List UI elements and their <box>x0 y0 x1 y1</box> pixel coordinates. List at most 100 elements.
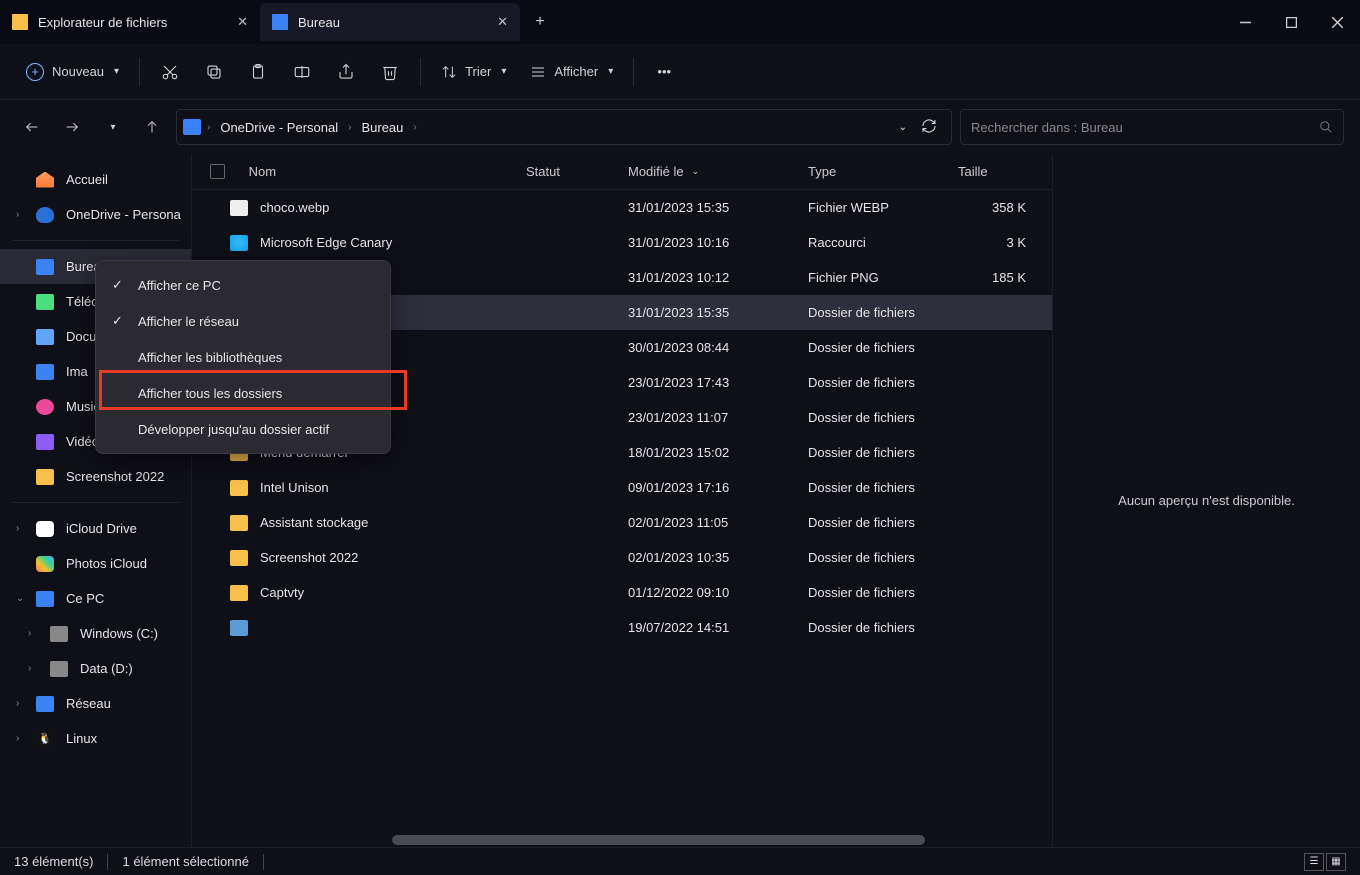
tab-bureau[interactable]: Bureau ✕ <box>260 3 520 41</box>
header-name[interactable]: Nom <box>210 164 526 179</box>
breadcrumb-item[interactable]: OneDrive - Personal <box>216 120 342 135</box>
dropdown-icon[interactable]: ⌄ <box>899 122 907 133</box>
separator <box>139 58 140 86</box>
table-row[interactable]: Microsoft Edge Canary 31/01/2023 10:16 R… <box>192 225 1052 260</box>
sidebar-item-thispc[interactable]: ⌄Ce PC <box>0 581 191 616</box>
music-icon <box>36 399 54 415</box>
sidebar-item-drive-c[interactable]: ›Windows (C:) <box>0 616 191 651</box>
details-view-icon[interactable]: ☰ <box>1304 853 1324 871</box>
tab-explorer[interactable]: Explorateur de fichiers ✕ <box>0 3 260 41</box>
paste-button[interactable] <box>238 54 278 90</box>
sidebar-item-label: iCloud Drive <box>66 521 137 536</box>
new-tab-button[interactable]: + <box>520 13 560 31</box>
sidebar-item-drive-d[interactable]: ›Data (D:) <box>0 651 191 686</box>
window-controls <box>1222 0 1360 44</box>
desktop-icon <box>36 259 54 275</box>
file-type: Fichier WEBP <box>808 200 958 215</box>
separator <box>107 854 108 870</box>
video-icon <box>36 434 54 450</box>
icloud-icon <box>36 521 54 537</box>
close-icon[interactable]: ✕ <box>497 14 508 30</box>
separator <box>12 502 179 503</box>
share-button[interactable] <box>326 54 366 90</box>
table-row[interactable]: choco.webp 31/01/2023 15:35 Fichier WEBP… <box>192 190 1052 225</box>
chevron-down-icon[interactable]: ⌄ <box>16 593 24 604</box>
header-status[interactable]: Statut <box>526 164 628 179</box>
file-type: Dossier de fichiers <box>808 515 958 530</box>
sidebar-item-label: OneDrive - Persona <box>66 207 181 222</box>
close-button[interactable] <box>1314 0 1360 44</box>
sort-button[interactable]: Trier ▾ <box>431 54 516 90</box>
breadcrumb-item[interactable]: Bureau <box>357 120 407 135</box>
more-button[interactable]: ••• <box>644 54 684 90</box>
header-size[interactable]: Taille <box>958 164 1034 179</box>
context-menu-item[interactable]: Développer jusqu'au dossier actif <box>96 411 390 447</box>
table-row[interactable]: Intel Unison 09/01/2023 17:16 Dossier de… <box>192 470 1052 505</box>
back-button[interactable] <box>16 111 48 143</box>
table-row[interactable]: Screenshot 2022 02/01/2023 10:35 Dossier… <box>192 540 1052 575</box>
minimize-button[interactable] <box>1222 0 1268 44</box>
context-menu-item[interactable]: Afficher les bibliothèques <box>96 339 390 375</box>
file-modified: 31/01/2023 15:35 <box>628 200 808 215</box>
chevron-right-icon[interactable]: › <box>16 209 19 220</box>
sidebar-item-screenshot[interactable]: Screenshot 2022 <box>0 459 191 494</box>
cut-button[interactable] <box>150 54 190 90</box>
address-bar[interactable]: › OneDrive - Personal › Bureau › ⌄ <box>176 109 952 145</box>
context-menu-item[interactable]: ✓Afficher ce PC <box>96 267 390 303</box>
context-menu-label: Afficher le réseau <box>138 314 239 329</box>
context-menu-item[interactable]: Afficher tous les dossiers <box>96 375 390 411</box>
rename-button[interactable] <box>282 54 322 90</box>
sidebar-item-label: Photos iCloud <box>66 556 147 571</box>
forward-button[interactable] <box>56 111 88 143</box>
file-modified: 31/01/2023 10:12 <box>628 270 808 285</box>
recent-button[interactable]: ▾ <box>96 111 128 143</box>
sidebar-item-photos-icloud[interactable]: Photos iCloud <box>0 546 191 581</box>
check-icon: ✓ <box>112 277 123 293</box>
sidebar-item-network[interactable]: ›Réseau <box>0 686 191 721</box>
check-icon: ✓ <box>112 313 123 329</box>
select-all-checkbox[interactable] <box>210 164 225 179</box>
file-modified: 01/12/2022 09:10 <box>628 585 808 600</box>
thumbnails-view-icon[interactable]: ▦ <box>1326 853 1346 871</box>
separator <box>263 854 264 870</box>
maximize-button[interactable] <box>1268 0 1314 44</box>
search-placeholder: Rechercher dans : Bureau <box>971 120 1123 135</box>
new-button[interactable]: + Nouveau ▾ <box>16 54 129 90</box>
file-icon <box>230 620 248 636</box>
file-name: Captvty <box>260 585 304 600</box>
delete-button[interactable] <box>370 54 410 90</box>
search-input[interactable]: Rechercher dans : Bureau <box>960 109 1344 145</box>
horizontal-scrollbar[interactable] <box>392 833 1042 847</box>
table-row[interactable]: 19/07/2022 14:51 Dossier de fichiers <box>192 610 1052 645</box>
file-type: Dossier de fichiers <box>808 480 958 495</box>
copy-button[interactable] <box>194 54 234 90</box>
sidebar-item-icloud[interactable]: › iCloud Drive <box>0 511 191 546</box>
header-type[interactable]: Type <box>808 164 958 179</box>
drive-icon <box>50 626 68 642</box>
chevron-right-icon[interactable]: › <box>16 733 19 744</box>
sidebar-item-linux[interactable]: ›🐧Linux <box>0 721 191 756</box>
sidebar-item-onedrive[interactable]: › OneDrive - Persona <box>0 197 191 232</box>
separator <box>633 58 634 86</box>
close-icon[interactable]: ✕ <box>237 14 248 30</box>
context-menu-label: Développer jusqu'au dossier actif <box>138 422 329 437</box>
up-button[interactable] <box>136 111 168 143</box>
context-menu-item[interactable]: ✓ Afficher le réseau <box>96 303 390 339</box>
file-icon <box>230 550 248 566</box>
chevron-right-icon[interactable]: › <box>28 663 31 674</box>
chevron-right-icon[interactable]: › <box>16 698 19 709</box>
header-modified[interactable]: Modifié le⌄ <box>628 164 808 179</box>
chevron-right-icon[interactable]: › <box>28 628 31 639</box>
table-row[interactable]: Captvty 01/12/2022 09:10 Dossier de fich… <box>192 575 1052 610</box>
context-menu-label: Afficher tous les dossiers <box>138 386 282 401</box>
context-menu-label: Afficher les bibliothèques <box>138 350 282 365</box>
separator <box>420 58 421 86</box>
scrollbar-thumb[interactable] <box>392 835 925 845</box>
sidebar-item-home[interactable]: Accueil <box>0 162 191 197</box>
file-icon <box>230 200 248 216</box>
refresh-icon[interactable] <box>921 118 937 137</box>
chevron-right-icon[interactable]: › <box>16 523 19 534</box>
table-row[interactable]: Assistant stockage 02/01/2023 11:05 Doss… <box>192 505 1052 540</box>
view-button[interactable]: Afficher ▾ <box>520 54 623 90</box>
folder-icon <box>12 14 28 30</box>
